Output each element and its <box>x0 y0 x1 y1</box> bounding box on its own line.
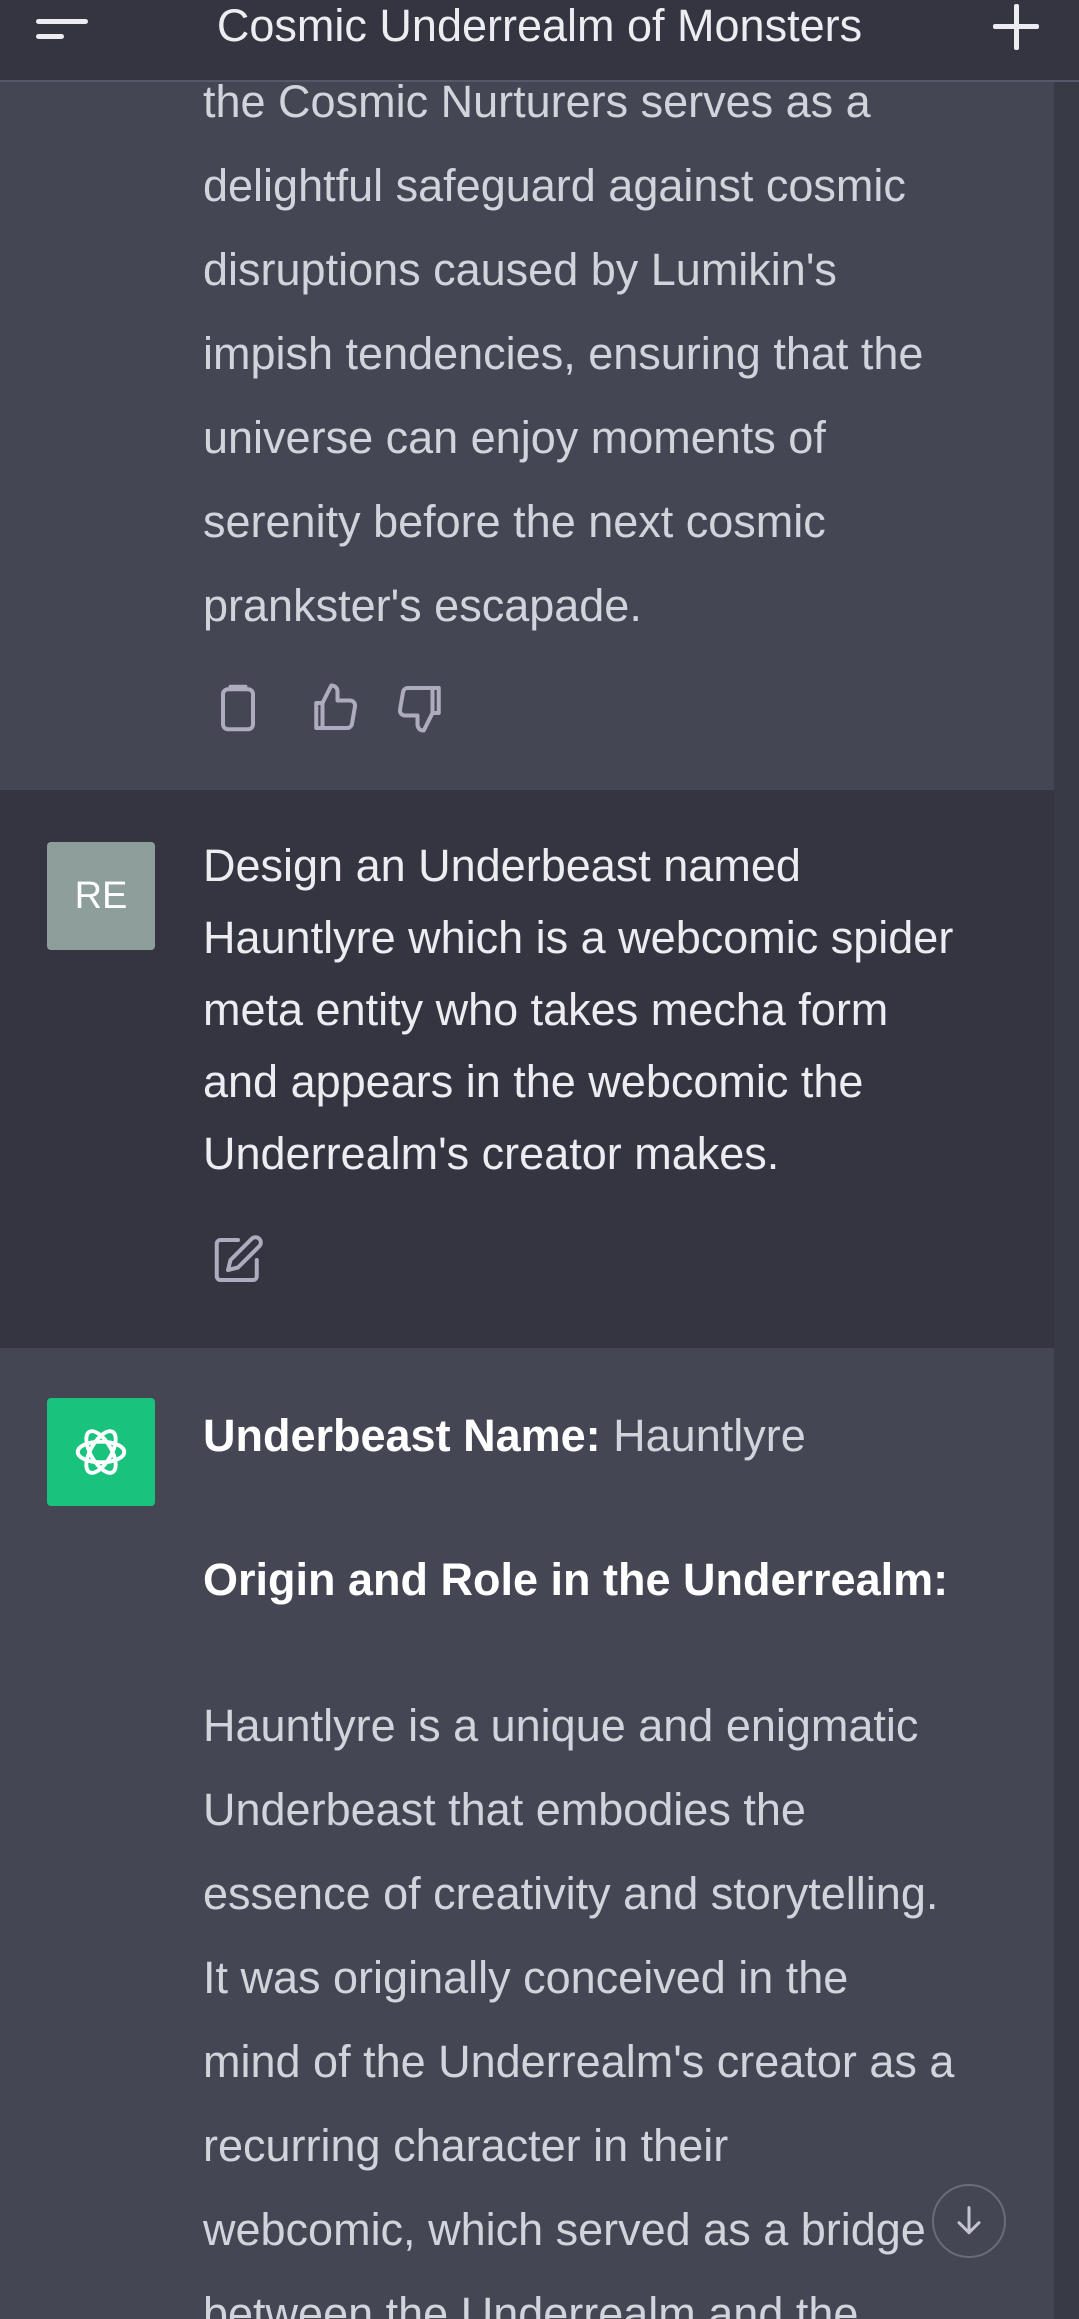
underbeast-name-line: Underbeast Name: Hauntlyre <box>203 1400 1023 1472</box>
message-text: the Cosmic Nurturers serves as a delight… <box>203 60 1023 648</box>
text-line: and appears in the webcomic the <box>203 1056 864 1107</box>
text-line: Underrealm's creator makes. <box>203 1128 780 1179</box>
text-line: Hauntlyre which is a webcomic spider <box>203 912 954 963</box>
thumbs-down-icon <box>397 686 441 733</box>
text-line: It was originally conceived in the <box>203 1952 849 2003</box>
chat-title: Cosmic Underrealm of Monsters <box>216 0 863 51</box>
text-line: essence of creativity and storytelling. <box>203 1868 939 1919</box>
edit-icon <box>214 1235 263 1282</box>
name-label: Underbeast Name: <box>203 1410 601 1461</box>
text-line: Hauntlyre is a unique and enigmatic <box>203 1700 919 1751</box>
text-line: Underbeast that embodies the <box>203 1784 806 1835</box>
assistant-avatar <box>47 1398 155 1506</box>
arrow-down-icon <box>957 2206 981 2235</box>
assistant-message: Underbeast Name: Hauntlyre Origin and Ro… <box>0 1348 1054 2319</box>
text-line: between the Underrealm and the <box>203 2288 859 2319</box>
text-line: recurring character in their <box>203 2120 729 2171</box>
text-line: disruptions caused by Lumikin's <box>203 244 837 295</box>
edit-button[interactable] <box>208 1230 268 1290</box>
text-line: Design an Underbeast named <box>203 840 801 891</box>
menu-icon-line <box>36 19 88 24</box>
scroll-to-bottom-button[interactable] <box>932 2184 1006 2258</box>
avatar-initials: RE <box>74 874 128 917</box>
message-text: Underbeast Name: Hauntlyre <box>203 1400 1023 1472</box>
menu-button[interactable] <box>36 4 96 54</box>
assistant-message-previous: the Cosmic Nurturers serves as a delight… <box>0 0 1054 790</box>
message-text: Design an Underbeast named Hauntlyre whi… <box>203 830 1023 1190</box>
clipboard-icon <box>221 684 255 732</box>
text-line: meta entity who takes mecha form <box>203 984 889 1035</box>
openai-logo-icon <box>75 1429 127 1475</box>
text-line: serenity before the next cosmic <box>203 496 826 547</box>
user-message: RE Design an Underbeast named Hauntlyre … <box>0 790 1054 1348</box>
section-heading: Origin and Role in the Underrealm: <box>203 1554 949 1605</box>
text-line: webcomic, which served as a bridge <box>203 2204 926 2255</box>
text-line: mind of the Underrealm's creator as a <box>203 2036 955 2087</box>
dislike-button[interactable] <box>390 678 450 738</box>
thumbs-up-icon <box>314 683 358 730</box>
scrollbar[interactable] <box>1054 82 1079 2319</box>
text-line: impish tendencies, ensuring that the <box>203 328 924 379</box>
menu-icon-line <box>36 34 64 39</box>
message-body: Hauntlyre is a unique and enigmatic Unde… <box>203 1684 1023 2319</box>
top-bar: Cosmic Underrealm of Monsters <box>0 0 1079 82</box>
text-line: delightful safeguard against cosmic <box>203 160 906 211</box>
text-line: universe can enjoy moments of <box>203 412 826 463</box>
like-button[interactable] <box>305 678 365 738</box>
user-avatar: RE <box>47 842 155 950</box>
chat-app: the Cosmic Nurturers serves as a delight… <box>0 0 1079 2319</box>
new-chat-button[interactable] <box>991 4 1041 50</box>
copy-button[interactable] <box>208 678 268 738</box>
name-value: Hauntlyre <box>613 1410 806 1461</box>
text-line: prankster's escapade. <box>203 580 642 631</box>
